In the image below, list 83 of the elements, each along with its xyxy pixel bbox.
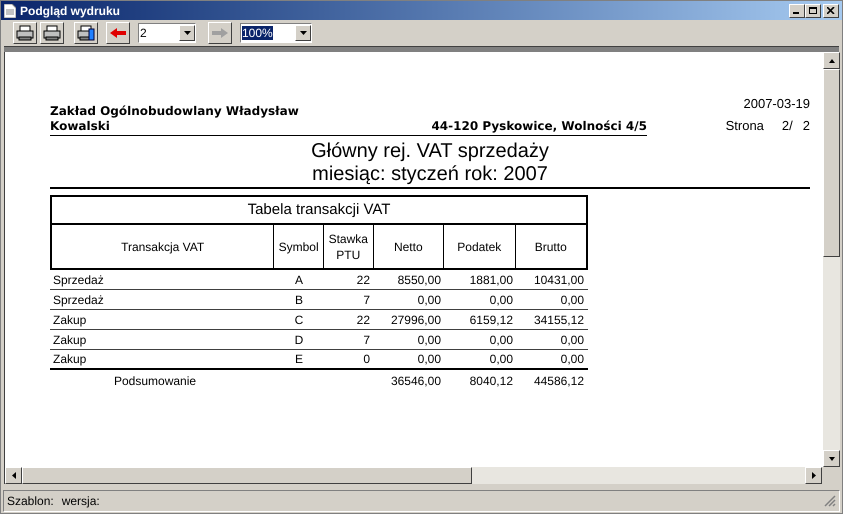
previous-page-button[interactable] bbox=[106, 22, 130, 44]
resize-grip-icon bbox=[824, 495, 836, 507]
page-count: 2 bbox=[802, 118, 810, 134]
right-arrow-icon bbox=[212, 28, 228, 38]
report-title: miesiąc: styczeń rok: 2007 bbox=[312, 163, 548, 186]
table-cell-text: 0,00 bbox=[488, 332, 514, 348]
table-cell-text: 22 bbox=[356, 312, 371, 328]
print-date: 2007-03-19 bbox=[744, 96, 810, 112]
scroll-arrow-button[interactable] bbox=[823, 450, 840, 467]
table-cell-text: D bbox=[294, 332, 304, 348]
table-cell-text: 10431,00 bbox=[532, 272, 585, 288]
table-cell-text: 0,00 bbox=[560, 351, 585, 368]
table-cell-text: 0,00 bbox=[416, 332, 442, 348]
scroll-thumb[interactable] bbox=[823, 69, 840, 257]
document-icon bbox=[4, 4, 16, 18]
report-title: Główny rej. VAT sprzedaży bbox=[311, 140, 549, 163]
company-address: 44-120 Pyskowice, Wolności 4/5 bbox=[430, 119, 647, 134]
printer-icon bbox=[43, 25, 61, 41]
table-cell-text: 0,00 bbox=[416, 292, 442, 308]
print-preview-button[interactable] bbox=[40, 22, 64, 44]
vertical-scrollbar[interactable] bbox=[823, 52, 840, 467]
table-cell-text: 7 bbox=[362, 332, 371, 348]
column-header: Stawka PTU bbox=[324, 225, 374, 268]
table-cell-text: 1881,00 bbox=[468, 272, 514, 288]
column-header: Transakcja VAT bbox=[52, 225, 274, 268]
table-cell-text: Sprzedaż bbox=[52, 272, 105, 288]
maximize-icon bbox=[809, 7, 817, 14]
window-title: Podgląd wydruku bbox=[20, 2, 120, 20]
scroll-left-icon bbox=[10, 472, 16, 479]
table-cell-text: 27996,00 bbox=[390, 312, 442, 328]
template-label: Szablon: bbox=[7, 493, 54, 510]
table-cell-text: 7 bbox=[362, 292, 371, 308]
scroll-thumb[interactable] bbox=[22, 467, 472, 484]
close-icon bbox=[827, 7, 835, 14]
table-cell-text: 0 bbox=[362, 351, 371, 368]
scroll-arrow-button[interactable] bbox=[805, 467, 822, 484]
print-button[interactable] bbox=[13, 22, 37, 44]
column-header: Podatek bbox=[444, 225, 516, 268]
table-caption: Tabela transakcji VAT bbox=[52, 197, 586, 225]
summary-cell-text: 8040,12 bbox=[468, 373, 514, 390]
column-header: Netto bbox=[374, 225, 444, 268]
page-number: 2/ bbox=[782, 118, 793, 134]
table-cell-text: A bbox=[294, 272, 304, 288]
table-cell-text: E bbox=[294, 351, 304, 368]
company-name: Kowalski bbox=[50, 119, 111, 134]
summary-cell-text: 44586,12 bbox=[532, 373, 585, 390]
table-cell-text: 34155,12 bbox=[532, 312, 585, 328]
table-cell-text: 6159,12 bbox=[468, 312, 514, 328]
maximize-button[interactable] bbox=[805, 4, 821, 18]
table-cell-text: 0,00 bbox=[560, 332, 585, 348]
version-label: wersja: bbox=[62, 493, 100, 510]
close-button[interactable] bbox=[823, 4, 839, 18]
table-cell-text: B bbox=[294, 292, 304, 308]
table-cell-text: 8550,00 bbox=[396, 272, 442, 288]
scroll-arrow-button[interactable] bbox=[823, 52, 840, 69]
table-cell-text: 0,00 bbox=[488, 351, 514, 368]
left-arrow-icon bbox=[110, 28, 126, 38]
printer-icon bbox=[16, 25, 34, 41]
page-label: Strona bbox=[726, 118, 764, 134]
table-cell-text: 0,00 bbox=[416, 351, 442, 368]
scroll-right-icon bbox=[810, 472, 816, 479]
summary-label: Podsumowanie bbox=[113, 373, 198, 390]
minimize-button[interactable] bbox=[789, 4, 805, 18]
horizontal-scrollbar[interactable] bbox=[5, 467, 822, 484]
page-select[interactable]: 2 bbox=[138, 23, 196, 43]
table-cell-text: 22 bbox=[356, 272, 371, 288]
table-cell-text: Zakup bbox=[52, 351, 88, 368]
table-cell-text: C bbox=[294, 312, 304, 328]
table-cell-text: 0,00 bbox=[560, 292, 585, 308]
column-header: Brutto bbox=[534, 238, 568, 256]
summary-cell-text: 36546,00 bbox=[390, 373, 442, 390]
scroll-arrow-button[interactable] bbox=[5, 467, 22, 484]
printer-settings-button[interactable] bbox=[74, 22, 98, 44]
table-cell-text: Zakup bbox=[52, 332, 88, 348]
printer-icon bbox=[77, 25, 95, 41]
column-header: Symbol bbox=[274, 225, 324, 268]
table-cell-text: 0,00 bbox=[488, 292, 514, 308]
scroll-up-icon bbox=[828, 57, 834, 64]
table-cell-text: Sprzedaż bbox=[52, 292, 105, 308]
table-cell-text: Zakup bbox=[52, 312, 88, 328]
scroll-down-icon bbox=[828, 455, 834, 462]
company-name: Zakład Ogólnobudowlany Władysław bbox=[50, 104, 300, 119]
zoom-select[interactable]: 100% bbox=[240, 23, 312, 43]
